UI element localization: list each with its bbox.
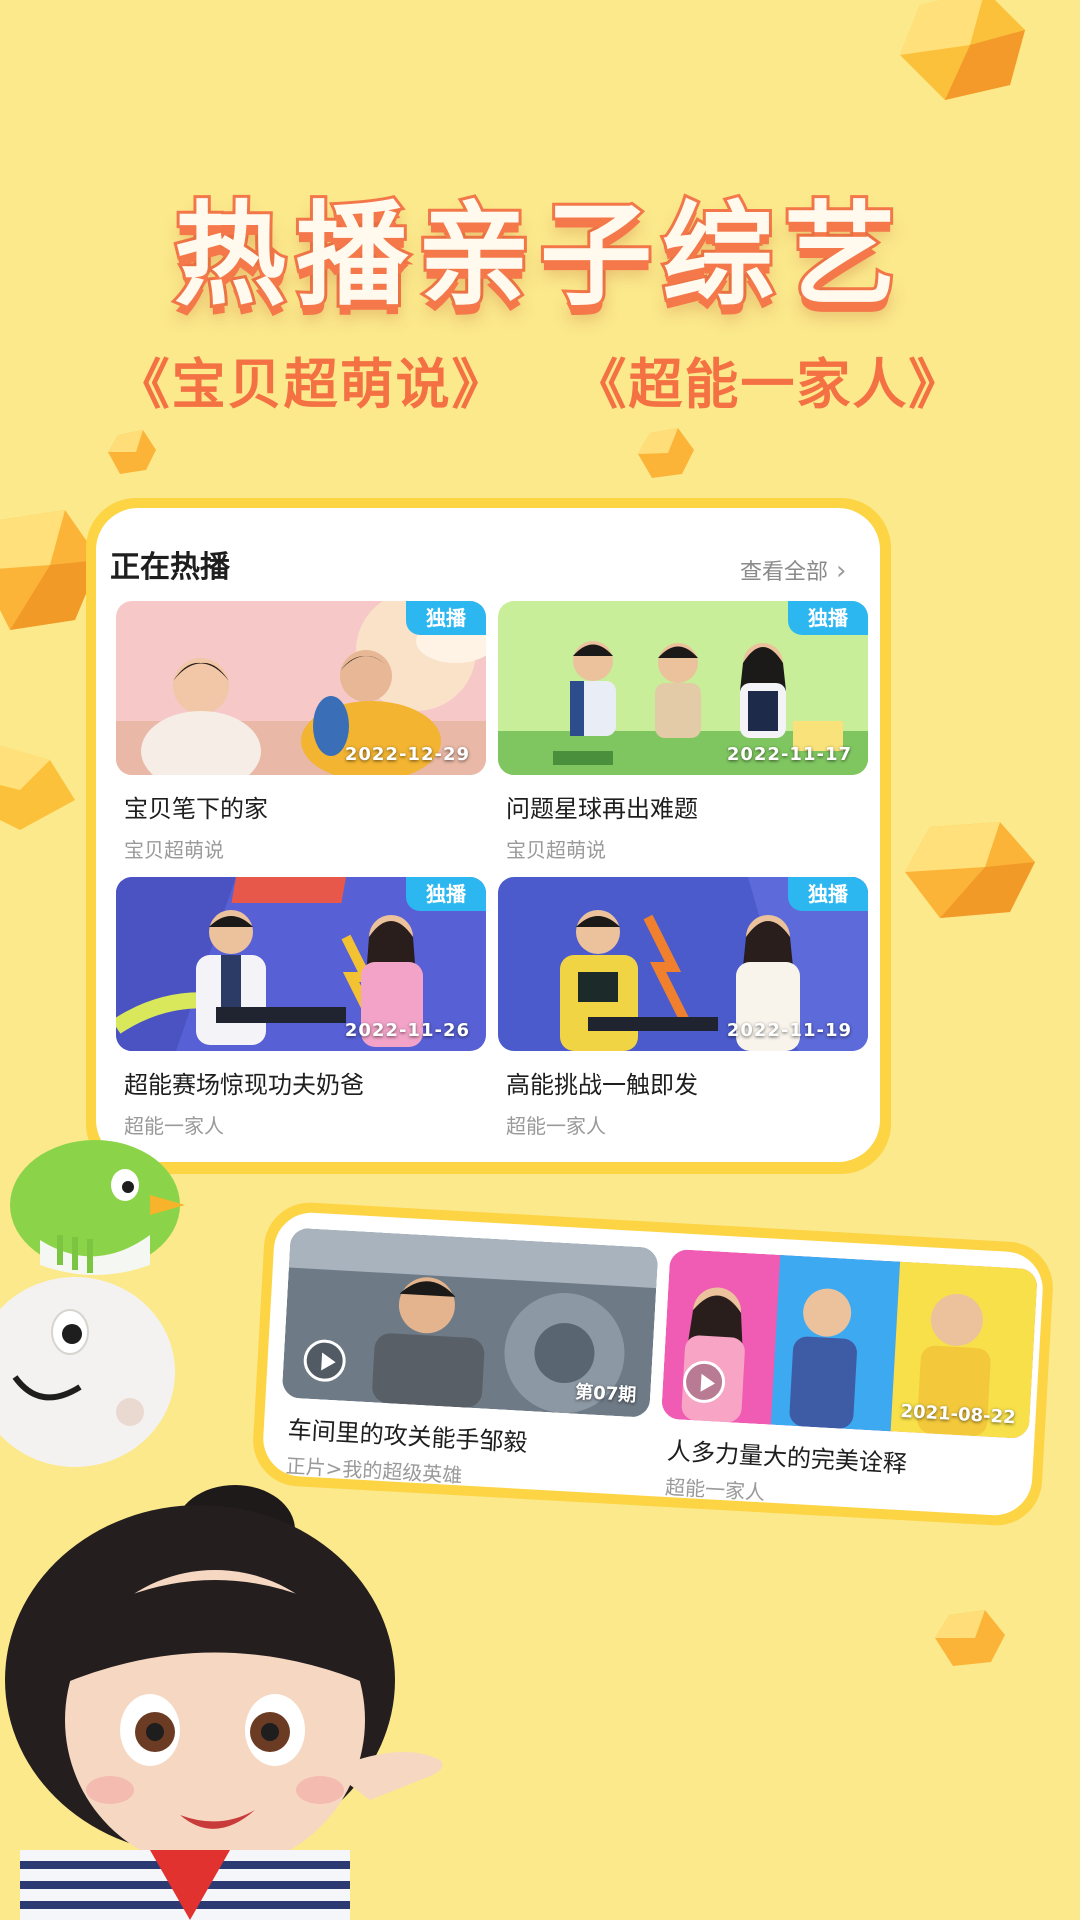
gem-decoration-left	[0, 510, 100, 630]
video-date: 2022-11-26	[344, 1020, 470, 1041]
section-title: 正在热播	[110, 550, 230, 585]
video-tile[interactable]: 独播 2022-11-26 超能赛场惊现功夫奶爸 超能一家人	[116, 877, 486, 1139]
gem-decoration-top-right	[900, 0, 1025, 100]
show-name-1: 《宝贝超萌说》	[115, 353, 508, 416]
girl-character-illustration	[5, 1485, 443, 1920]
exclusive-badge: 独播	[788, 877, 868, 911]
video-thumbnail[interactable]: 独播 2022-11-26	[116, 877, 486, 1051]
video-thumbnail[interactable]: 独播 2022-11-19	[498, 877, 868, 1051]
white-yeti-mascot	[0, 1277, 175, 1467]
video-tile[interactable]: 独播 2022-11-19 高能挑战一触即发 超能一家人	[498, 877, 868, 1139]
chevron-right-icon: ›	[836, 556, 847, 586]
video-tile[interactable]: 独播 2022-12-29 宝贝笔下的家 宝贝超萌说	[116, 601, 486, 863]
gem-decoration-bottom-right	[935, 1610, 1005, 1666]
green-bird-mascot	[10, 1140, 185, 1275]
video-title: 高能挑战一触即发	[506, 1071, 698, 1099]
video-thumbnail[interactable]: 独播 2022-11-17	[498, 601, 868, 775]
gem-decoration-small-center	[638, 428, 694, 478]
show-name-2: 《超能一家人》	[572, 353, 965, 416]
video-date: 2022-11-17	[726, 744, 852, 765]
show-names: 《宝贝超萌说》 《超能一家人》	[0, 340, 1080, 419]
gem-decoration-small-left	[108, 430, 156, 474]
promo-screen: 热播亲子综艺 《宝贝超萌说》 《超能一家人》 正在热播 查看全部 › 独播 20…	[0, 0, 1080, 1920]
video-show-name: 超能一家人	[506, 1114, 606, 1138]
video-show-name: 宝贝超萌说	[506, 838, 606, 862]
video-thumbnail[interactable]: 独播 2022-12-29	[116, 601, 486, 775]
gem-decoration-right	[905, 822, 1035, 918]
video-date: 2022-12-29	[344, 744, 470, 765]
view-all-link[interactable]: 查看全部 ›	[740, 554, 846, 586]
video-date: 2022-11-19	[726, 1020, 852, 1041]
video-title: 宝贝笔下的家	[124, 795, 268, 823]
episode-label: 第07期	[574, 1381, 637, 1407]
video-title: 问题星球再出难题	[506, 795, 698, 823]
video-title: 超能赛场惊现功夫奶爸	[124, 1071, 364, 1099]
video-show-name: 宝贝超萌说	[124, 838, 224, 862]
exclusive-badge: 独播	[788, 601, 868, 635]
view-all-label: 查看全部	[740, 560, 829, 585]
headline-title: 热播亲子综艺	[171, 188, 906, 324]
featured-thumbnail[interactable]: 第07期	[281, 1227, 659, 1418]
exclusive-badge: 独播	[406, 601, 486, 635]
gem-decoration-left-low	[0, 745, 75, 830]
video-tile[interactable]: 独播 2022-11-17 问题星球再出难题 宝贝超萌说	[498, 601, 868, 863]
featured-thumbnail[interactable]: 2021-08-22	[660, 1248, 1038, 1440]
exclusive-badge: 独播	[406, 877, 486, 911]
